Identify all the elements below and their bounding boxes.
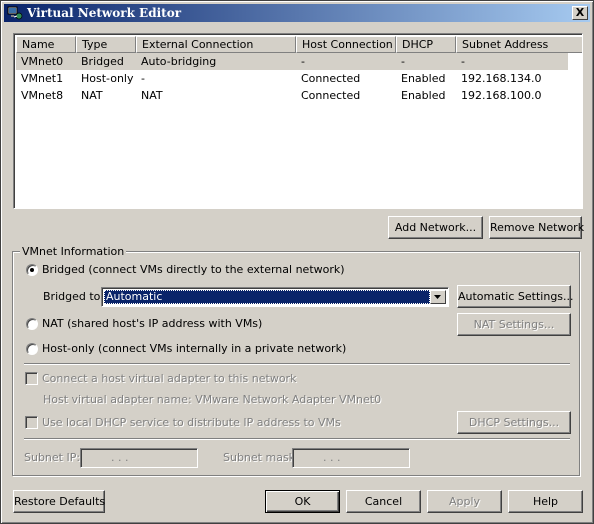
restore-defaults-button[interactable]: Restore Defaults bbox=[13, 490, 105, 513]
cell-name: VMnet0 bbox=[21, 55, 64, 68]
cell-host-connection: Connected bbox=[301, 72, 361, 85]
add-network-button[interactable]: Add Network... bbox=[388, 216, 483, 239]
virtual-network-editor-window: Virtual Network Editor X Name Type Exter… bbox=[0, 0, 594, 524]
dhcp-checkbox[interactable] bbox=[25, 416, 38, 429]
cell-dhcp: Enabled bbox=[401, 72, 446, 85]
close-icon: X bbox=[575, 6, 585, 19]
nat-radio[interactable] bbox=[26, 318, 38, 330]
cell-external-connection: NAT bbox=[141, 89, 163, 102]
subnet-ip-label: Subnet IP: bbox=[24, 451, 81, 464]
table-row-vmnet1[interactable]: VMnet1 Host-only - Connected Enabled 192… bbox=[16, 70, 568, 87]
cell-dhcp: Enabled bbox=[401, 89, 446, 102]
dhcp-settings-button[interactable]: DHCP Settings... bbox=[457, 411, 571, 434]
cell-subnet-address: 192.168.100.0 bbox=[461, 89, 542, 102]
vmware-network-icon bbox=[7, 5, 23, 21]
connect-adapter-checkbox[interactable] bbox=[25, 372, 38, 385]
network-list[interactable]: Name Type External Connection Host Conne… bbox=[13, 33, 583, 209]
bridged-label[interactable]: Bridged (connect VMs directly to the ext… bbox=[42, 263, 345, 277]
subnet-mask-label: Subnet mask: bbox=[223, 451, 299, 464]
remove-network-button[interactable]: Remove Network bbox=[489, 216, 584, 239]
radio-selected-dot bbox=[30, 268, 34, 272]
apply-button[interactable]: Apply bbox=[427, 490, 502, 513]
automatic-settings-button[interactable]: Automatic Settings... bbox=[457, 285, 574, 308]
cell-host-connection: - bbox=[301, 55, 305, 68]
nat-label[interactable]: NAT (shared host's IP address with VMs) bbox=[42, 317, 262, 331]
connect-adapter-label[interactable]: Connect a host virtual adapter to this n… bbox=[42, 372, 296, 386]
cell-type: Bridged bbox=[81, 55, 124, 68]
column-header-dhcp[interactable]: DHCP bbox=[396, 36, 456, 53]
host-only-radio[interactable] bbox=[26, 343, 38, 355]
column-header-subnet-address[interactable]: Subnet Address bbox=[456, 36, 582, 53]
subnet-mask-input[interactable]: . . . bbox=[292, 448, 410, 468]
nat-settings-button[interactable]: NAT Settings... bbox=[457, 313, 571, 336]
table-row-vmnet0[interactable]: VMnet0 Bridged Auto-bridging - - - bbox=[16, 53, 568, 70]
separator bbox=[24, 438, 570, 440]
bridged-to-label: Bridged to: bbox=[43, 290, 105, 303]
adapter-name-label: Host virtual adapter name: VMware Networ… bbox=[43, 393, 382, 406]
table-row-vmnet8[interactable]: VMnet8 NAT NAT Connected Enabled 192.168… bbox=[16, 87, 568, 104]
column-header-type[interactable]: Type bbox=[76, 36, 136, 53]
dhcp-label[interactable]: Use local DHCP service to distribute IP … bbox=[42, 416, 341, 430]
host-only-label[interactable]: Host-only (connect VMs internally in a p… bbox=[42, 342, 346, 356]
chevron-down-icon bbox=[434, 295, 441, 299]
subnet-ip-input[interactable]: . . . bbox=[80, 448, 198, 468]
cell-subnet-address: 192.168.134.0 bbox=[461, 72, 542, 85]
title-bar[interactable]: Virtual Network Editor X bbox=[4, 4, 590, 22]
cell-name: VMnet1 bbox=[21, 72, 64, 85]
column-header-host-connection[interactable]: Host Connection bbox=[296, 36, 396, 53]
bridged-radio[interactable] bbox=[26, 264, 38, 276]
bridged-to-value: Automatic bbox=[104, 290, 430, 304]
help-button[interactable]: Help bbox=[508, 490, 583, 513]
cell-external-connection: - bbox=[141, 72, 145, 85]
column-header-external-connection[interactable]: External Connection bbox=[136, 36, 296, 53]
column-header-name[interactable]: Name bbox=[16, 36, 76, 53]
cell-type: NAT bbox=[81, 89, 103, 102]
cell-host-connection: Connected bbox=[301, 89, 361, 102]
vmnet-information-title: VMnet Information bbox=[20, 245, 127, 258]
cell-dhcp: - bbox=[401, 55, 405, 68]
cell-subnet-address: - bbox=[461, 55, 465, 68]
bridged-to-select[interactable]: Automatic bbox=[101, 287, 449, 307]
list-header: Name Type External Connection Host Conne… bbox=[16, 36, 582, 53]
window-title: Virtual Network Editor bbox=[27, 6, 182, 20]
dropdown-button[interactable] bbox=[430, 290, 446, 304]
cancel-button[interactable]: Cancel bbox=[346, 490, 421, 513]
ok-button[interactable]: OK bbox=[265, 490, 340, 513]
cell-type: Host-only bbox=[81, 72, 134, 85]
separator bbox=[24, 363, 570, 365]
cell-name: VMnet8 bbox=[21, 89, 64, 102]
cell-external-connection: Auto-bridging bbox=[141, 55, 217, 68]
close-button[interactable]: X bbox=[572, 6, 588, 20]
